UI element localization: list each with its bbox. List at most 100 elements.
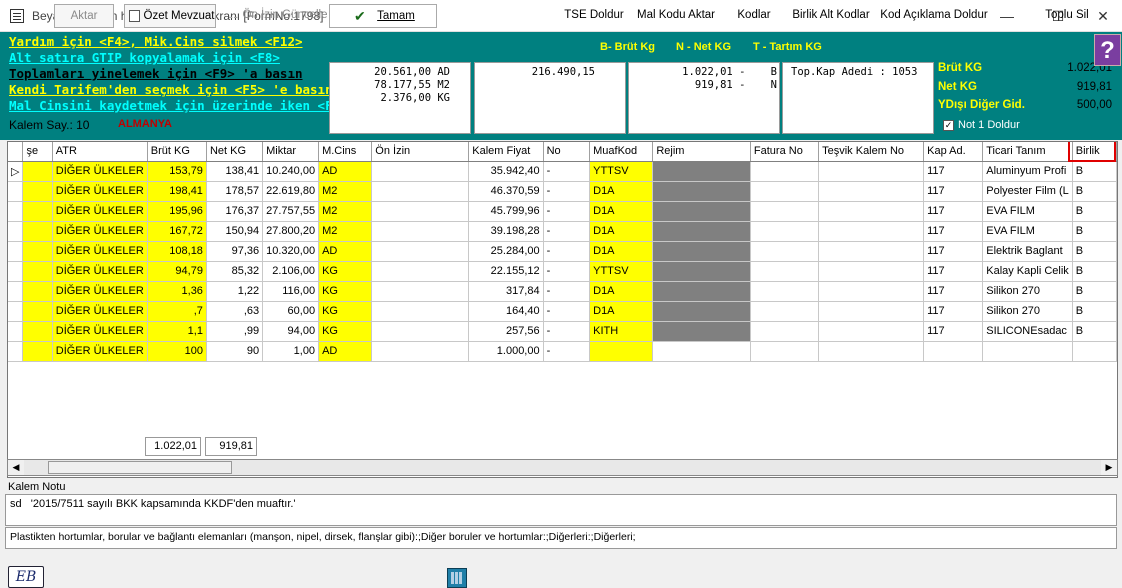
cell-on-izin[interactable] xyxy=(371,301,470,322)
cell-miktar[interactable]: 60,00 xyxy=(262,301,320,322)
cell-no[interactable]: - xyxy=(543,241,591,262)
col-header-brut-kg[interactable]: Brüt KG xyxy=(147,142,207,162)
cell-fatura-no[interactable] xyxy=(750,161,820,182)
cell-tesvik[interactable] xyxy=(818,181,925,202)
cell-atr[interactable]: DİĞER ÜLKELER xyxy=(52,281,148,302)
cell-brut-kg[interactable]: 153,79 xyxy=(147,161,207,182)
cell-muafkod[interactable]: D1A xyxy=(589,301,654,322)
cell-net-kg[interactable]: 150,94 xyxy=(206,221,264,242)
col-header-kap-ad[interactable]: Kap Ad. xyxy=(923,142,984,162)
cell-se[interactable] xyxy=(22,341,53,362)
ozet-mevzuat-button[interactable]: Özet Mevzuat xyxy=(124,4,216,28)
table-row[interactable]: DİĞER ÜLKELER ,7,63 60,00 KG 164,40- D1A 117 Si… xyxy=(8,301,1117,322)
cell-brut-kg[interactable]: 94,79 xyxy=(147,261,207,282)
cell-rejim[interactable] xyxy=(652,161,751,182)
cell-birlik[interactable]: B xyxy=(1072,201,1117,222)
cell-tesvik[interactable] xyxy=(818,161,925,182)
ydisi-value[interactable]: 500,00 xyxy=(1077,99,1112,111)
cell-se[interactable] xyxy=(22,181,53,202)
cell-miktar[interactable]: 2.106,00 xyxy=(262,261,320,282)
cell-atr[interactable]: DİĞER ÜLKELER xyxy=(52,201,148,222)
col-header-muafkod[interactable]: MuafKod xyxy=(589,142,654,162)
cell-kap-ad[interactable]: 117 xyxy=(923,301,984,322)
cell-birlik[interactable]: B xyxy=(1072,261,1117,282)
cell-rejim[interactable] xyxy=(652,341,751,362)
cell-fatura-no[interactable] xyxy=(750,221,820,242)
cell-birlik[interactable]: B xyxy=(1072,181,1117,202)
cell-tesvik[interactable] xyxy=(818,221,925,242)
cell-m-cins[interactable]: AD xyxy=(318,341,373,362)
cell-miktar[interactable]: 10.320,00 xyxy=(262,241,320,262)
cell-m-cins[interactable]: KG xyxy=(318,281,373,302)
cell-kalem-fiyat[interactable]: 35.942,40 xyxy=(468,161,544,182)
cell-kap-ad[interactable]: 117 xyxy=(923,261,984,282)
col-header-net-kg[interactable]: Net KG xyxy=(206,142,264,162)
row-indicator[interactable]: ▷ xyxy=(8,161,24,182)
cell-kalem-fiyat[interactable]: 25.284,00 xyxy=(468,241,544,262)
cell-fatura-no[interactable] xyxy=(750,341,820,362)
cell-fatura-no[interactable] xyxy=(750,241,820,262)
cell-kap-ad[interactable]: 117 xyxy=(923,181,984,202)
cell-m-cins[interactable]: AD xyxy=(318,241,373,262)
birlik-alt-kodlar-button[interactable]: Birlik Alt Kodlar xyxy=(791,4,871,28)
cell-net-kg[interactable]: 85,32 xyxy=(206,261,264,282)
cell-no[interactable]: - xyxy=(543,201,591,222)
row-indicator[interactable] xyxy=(8,261,24,282)
cell-fatura-no[interactable] xyxy=(750,261,820,282)
cell-muafkod[interactable]: D1A xyxy=(589,201,654,222)
items-grid[interactable]: şe ATR Brüt KG Net KG Miktar M.Cins Ön İ… xyxy=(7,141,1118,478)
cell-m-cins[interactable]: KG xyxy=(318,301,373,322)
cell-atr[interactable]: DİĞER ÜLKELER xyxy=(52,241,148,262)
cell-muafkod[interactable]: D1A xyxy=(589,241,654,262)
cell-fatura-no[interactable] xyxy=(750,301,820,322)
kodlar-button[interactable]: Kodlar xyxy=(732,4,776,28)
col-header-no[interactable]: No xyxy=(543,142,591,162)
cell-ticari-tanim[interactable]: EVA FILM xyxy=(982,221,1073,242)
kalem-notu-field[interactable]: sd '2015/7511 sayılı BKK kapsamında KKDF… xyxy=(5,494,1117,526)
cell-atr[interactable]: DİĞER ÜLKELER xyxy=(52,321,148,342)
cell-on-izin[interactable] xyxy=(371,341,470,362)
cell-birlik[interactable]: B xyxy=(1072,221,1117,242)
col-header-se[interactable]: şe xyxy=(22,142,53,162)
cell-m-cins[interactable]: M2 xyxy=(318,221,373,242)
row-indicator[interactable] xyxy=(8,221,24,242)
cell-no[interactable]: - xyxy=(543,261,591,282)
scroll-thumb[interactable] xyxy=(48,461,232,474)
table-row[interactable]: DİĞER ÜLKELER 195,96 176,37 27.757,55 M2 45.7… xyxy=(8,201,1117,222)
cell-rejim[interactable] xyxy=(652,261,751,282)
cell-fatura-no[interactable] xyxy=(750,321,820,342)
cell-atr[interactable]: DİĞER ÜLKELER xyxy=(52,161,148,182)
cell-kalem-fiyat[interactable]: 1.000,00 xyxy=(468,341,544,362)
table-row[interactable]: DİĞER ÜLKELER 94,79 85,32 2.106,00 KG 22.155,… xyxy=(8,261,1117,282)
cell-birlik[interactable]: B xyxy=(1072,321,1117,342)
col-header-fatura-no[interactable]: Fatura No xyxy=(750,142,820,162)
table-row[interactable]: DİĞER ÜLKELER 198,41 178,57 22.619,80 M2 46.3… xyxy=(8,181,1117,202)
cell-kap-ad[interactable]: 117 xyxy=(923,241,984,262)
cell-on-izin[interactable] xyxy=(371,201,470,222)
cell-tesvik[interactable] xyxy=(818,341,925,362)
cell-birlik[interactable]: B xyxy=(1072,301,1117,322)
cell-m-cins[interactable]: KG xyxy=(318,261,373,282)
cell-on-izin[interactable] xyxy=(371,261,470,282)
mal-kodu-aktar-button[interactable]: Mal Kodu Aktar xyxy=(636,4,716,28)
gtip-description-field[interactable]: Plastikten hortumlar, borular ve bağlant… xyxy=(5,527,1117,549)
scroll-right-icon[interactable]: ▶ xyxy=(1101,460,1117,475)
tse-doldur-button[interactable]: TSE Doldur xyxy=(562,4,626,28)
cell-rejim[interactable] xyxy=(652,241,751,262)
cell-kap-ad[interactable]: 117 xyxy=(923,221,984,242)
kod-aciklama-doldur-button[interactable]: Kod Açıklama Doldur xyxy=(880,4,988,28)
cell-ticari-tanim[interactable]: EVA FILM xyxy=(982,201,1073,222)
cell-se[interactable] xyxy=(22,201,53,222)
cell-tesvik[interactable] xyxy=(818,241,925,262)
row-indicator[interactable] xyxy=(8,341,24,362)
row-indicator[interactable] xyxy=(8,321,24,342)
cell-se[interactable] xyxy=(22,241,53,262)
cell-net-kg[interactable]: 1,22 xyxy=(206,281,264,302)
cell-rejim[interactable] xyxy=(652,221,751,242)
cell-m-cins[interactable]: AD xyxy=(318,161,373,182)
col-header-atr[interactable]: ATR xyxy=(52,142,148,162)
toplu-sil-button[interactable]: Toplu Sil xyxy=(1040,4,1094,28)
cell-rejim[interactable] xyxy=(652,321,751,342)
col-header-miktar[interactable]: Miktar xyxy=(262,142,320,162)
on-izin-guncelle-button[interactable]: ⚋ Ön İzin Güncelle xyxy=(224,4,328,28)
